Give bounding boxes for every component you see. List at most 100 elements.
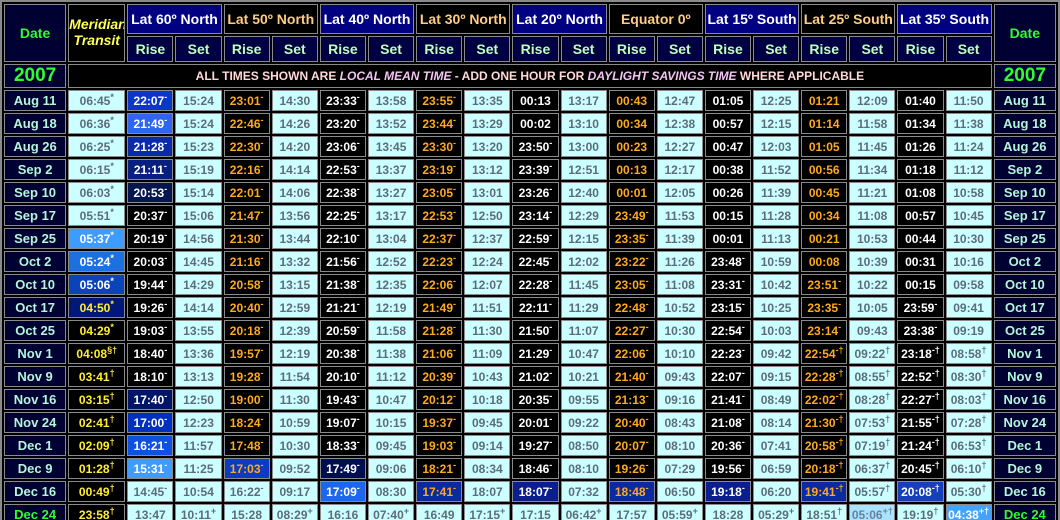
lat35s-rise-cell: 01:08 <box>897 182 944 203</box>
header-latitude-group-6: Lat 15º South <box>704 4 800 34</box>
day-offset-marker: - <box>163 160 167 171</box>
lat20n-rise-cell: 17:15 <box>512 504 559 520</box>
meridian-transit-cell: 06:25* <box>68 136 126 157</box>
day-offset-marker: † <box>109 505 115 516</box>
lat30n-set-cell: 13:12 <box>464 159 511 180</box>
day-offset-marker: * <box>110 275 114 286</box>
day-offset-marker: - <box>549 321 553 332</box>
header-latitude-group-0: Lat 60º North <box>127 4 222 34</box>
meridian-transit-cell: 04:50* <box>68 297 126 318</box>
header-rise-4: Rise <box>512 36 559 62</box>
lat50n-rise-cell: 15:28 <box>223 504 270 520</box>
date-cell-left: Oct 17 <box>4 297 67 318</box>
day-offset-marker: - <box>356 367 360 378</box>
meridian-transit-cell: 05:37* <box>68 228 126 249</box>
day-offset-marker: - <box>164 436 168 447</box>
lat60n-rise-cell: 21:11- <box>127 159 174 180</box>
day-offset-marker: - <box>549 137 553 148</box>
day-offset-marker: † <box>885 436 891 447</box>
day-offset-marker: * <box>110 298 114 309</box>
day-offset-marker: - <box>356 321 360 332</box>
header-set-1: Set <box>271 36 318 62</box>
day-offset-marker: - <box>645 436 649 447</box>
lat25s-rise-cell: 01:21 <box>801 90 848 111</box>
lat25s-set-cell: 06:37† <box>849 458 896 479</box>
day-offset-marker: - <box>741 367 745 378</box>
day-offset-marker: - <box>838 275 842 286</box>
day-offset-marker: §† <box>107 344 118 355</box>
day-offset-marker: * <box>110 183 114 194</box>
header-date-left: Date <box>4 4 67 62</box>
lat50n-set-cell: 12:59 <box>271 297 318 318</box>
date-cell-left: Dec 1 <box>4 435 67 456</box>
day-offset-marker: - <box>356 160 360 171</box>
lat15s-rise-cell: 22:23- <box>704 343 752 364</box>
day-offset-marker: - <box>549 367 553 378</box>
day-offset-marker: - <box>453 91 457 102</box>
lat40n-set-cell: 13:17 <box>367 205 415 226</box>
day-offset-marker: † <box>981 436 987 447</box>
day-offset-marker: - <box>260 298 264 309</box>
lat35s-set-cell: 11:50 <box>945 90 992 111</box>
meridian-transit-cell: 06:03* <box>68 182 126 203</box>
lat15s-rise-cell: 23:48- <box>704 251 752 272</box>
lat60n-rise-cell: 20:03- <box>127 251 174 272</box>
lat40n-rise-cell: 21:21- <box>319 297 366 318</box>
year-cell-left: 2007 <box>4 64 67 88</box>
lat25s-set-cell: 12:09 <box>849 90 896 111</box>
date-cell-right: Dec 1 <box>993 435 1056 456</box>
lat25s-rise-cell: 22:54-† <box>801 343 848 364</box>
day-offset-marker: - <box>260 229 264 240</box>
date-cell-left: Aug 18 <box>4 113 67 134</box>
lat30n-set-cell: 11:51 <box>464 297 511 318</box>
lat30n-rise-cell: 22:37- <box>416 228 463 249</box>
lat15s-set-cell: 11:28 <box>753 205 800 226</box>
meridian-line2: Transit <box>73 32 120 48</box>
day-offset-marker: - <box>549 482 553 493</box>
lat15s-set-cell: 08:14 <box>753 412 800 433</box>
lat50n-rise-cell: 22:46- <box>223 113 270 134</box>
lat40n-rise-cell: 22:38- <box>319 182 366 203</box>
day-offset-marker: - <box>645 413 649 424</box>
day-offset-marker: + <box>596 505 602 516</box>
day-offset-marker: † <box>885 459 891 470</box>
lat15s-rise-cell: 21:41- <box>704 389 752 410</box>
lat15s-set-cell: 12:25 <box>753 90 800 111</box>
lat50n-rise-cell: 22:01- <box>223 182 270 203</box>
day-offset-marker: * <box>110 321 114 332</box>
day-offset-marker: -† <box>931 459 940 470</box>
day-offset-marker: † <box>109 459 115 470</box>
day-offset-marker: - <box>645 482 649 493</box>
date-cell-left: Sep 25 <box>4 228 67 249</box>
lat25s-rise-cell: 23:35- <box>801 297 848 318</box>
lat30n-set-cell: 09:45 <box>464 412 511 433</box>
lat50n-rise-cell: 21:16- <box>223 251 270 272</box>
lat15s-set-cell: 08:49 <box>753 389 800 410</box>
day-offset-marker: † <box>885 413 891 424</box>
lat25s-rise-cell: 23:14- <box>801 320 848 341</box>
date-cell-right: Nov 9 <box>993 366 1056 387</box>
day-offset-marker: - <box>164 344 168 355</box>
meridian-transit-cell: 00:49† <box>68 481 126 502</box>
lat25s-rise-cell: 20:18-† <box>801 458 848 479</box>
equator-rise-cell: 17:57 <box>608 504 655 520</box>
lat35s-set-cell: 08:03† <box>945 389 992 410</box>
lat40n-rise-cell: 19:07- <box>319 412 366 433</box>
lat40n-rise-cell: 22:10- <box>319 228 366 249</box>
day-offset-marker: - <box>741 321 745 332</box>
day-offset-marker: - <box>260 137 264 148</box>
header-rise-7: Rise <box>801 36 848 62</box>
lat30n-rise-cell: 21:49- <box>416 297 463 318</box>
data-row: Nov 16 03:15† 17:40- 12:50 19:00- 11:30 19:43-… <box>4 389 1056 410</box>
day-offset-marker: - <box>164 114 168 125</box>
lat20n-rise-cell: 21:29- <box>512 343 559 364</box>
lat60n-rise-cell: 20:37- <box>127 205 174 226</box>
day-offset-marker: - <box>645 298 649 309</box>
lat50n-set-cell: 10:59 <box>271 412 318 433</box>
day-offset-marker: - <box>549 160 553 171</box>
day-offset-marker: - <box>934 298 938 309</box>
header-rise-1: Rise <box>223 36 270 62</box>
data-row: Aug 11 06:45* 22:07- 15:24 23:01- 14:30 23:33-… <box>4 90 1056 111</box>
day-offset-marker: † <box>981 413 987 424</box>
almanac-page: { "header": { "date_label": "Date", "mer… <box>0 0 1060 520</box>
